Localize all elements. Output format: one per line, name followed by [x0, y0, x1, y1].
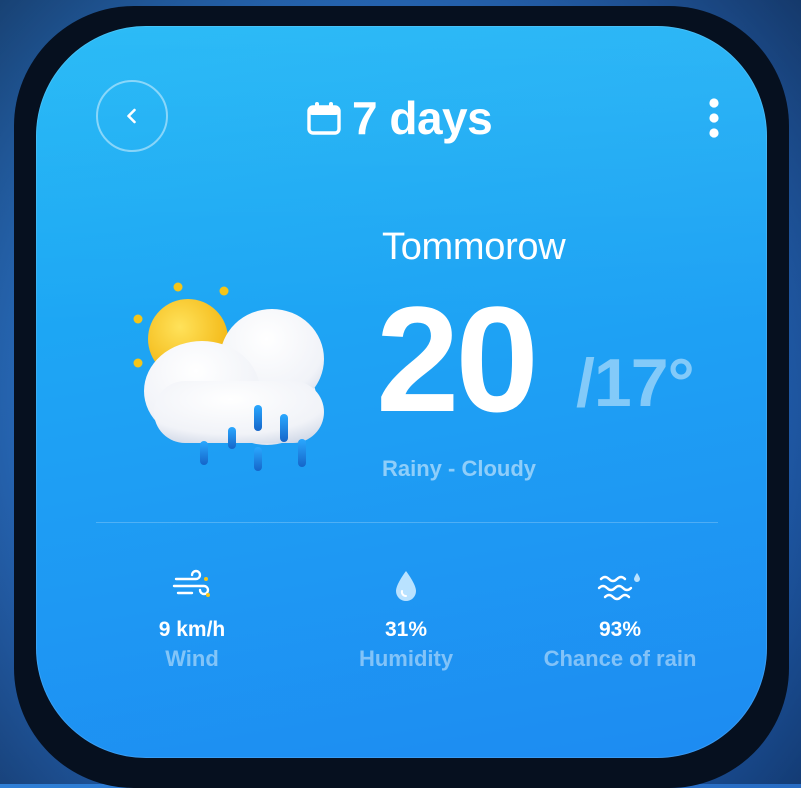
- stat-humidity: 31% Humidity: [306, 566, 506, 672]
- droplet-icon: [396, 571, 416, 601]
- rain-chance-label: Chance of rain: [543, 646, 697, 671]
- divider: [96, 522, 718, 523]
- calendar-icon: [307, 102, 341, 135]
- day-label: Tommorow: [382, 226, 566, 268]
- stat-wind: 9 km/h Wind: [92, 566, 292, 672]
- page-title: 7 days: [306, 90, 493, 146]
- temperature-low: /17°: [576, 345, 695, 421]
- back-button[interactable]: [96, 80, 168, 152]
- title-text: 7 days: [352, 92, 493, 144]
- more-menu-button[interactable]: [698, 96, 730, 140]
- sun-cloud-rain-icon: [133, 282, 324, 471]
- rain-waves-icon: [597, 573, 640, 601]
- humidity-label: Humidity: [358, 646, 454, 671]
- stat-chance-of-rain: 93% Chance of rain: [520, 566, 720, 672]
- rain-chance-value: 93%: [598, 618, 642, 641]
- weather-card: 7 days Tommorow 20 /17° Rainy - Cloudy 9…: [36, 26, 767, 758]
- temperature-high: 20: [376, 275, 539, 443]
- wind-label: Wind: [165, 646, 219, 671]
- weather-condition: Rainy - Cloudy: [382, 456, 537, 481]
- wind-value: 9 km/h: [158, 618, 226, 641]
- chevron-left-icon: [127, 108, 136, 124]
- humidity-value: 31%: [384, 618, 428, 641]
- more-vertical-icon: [709, 98, 719, 138]
- wind-icon: [172, 569, 210, 597]
